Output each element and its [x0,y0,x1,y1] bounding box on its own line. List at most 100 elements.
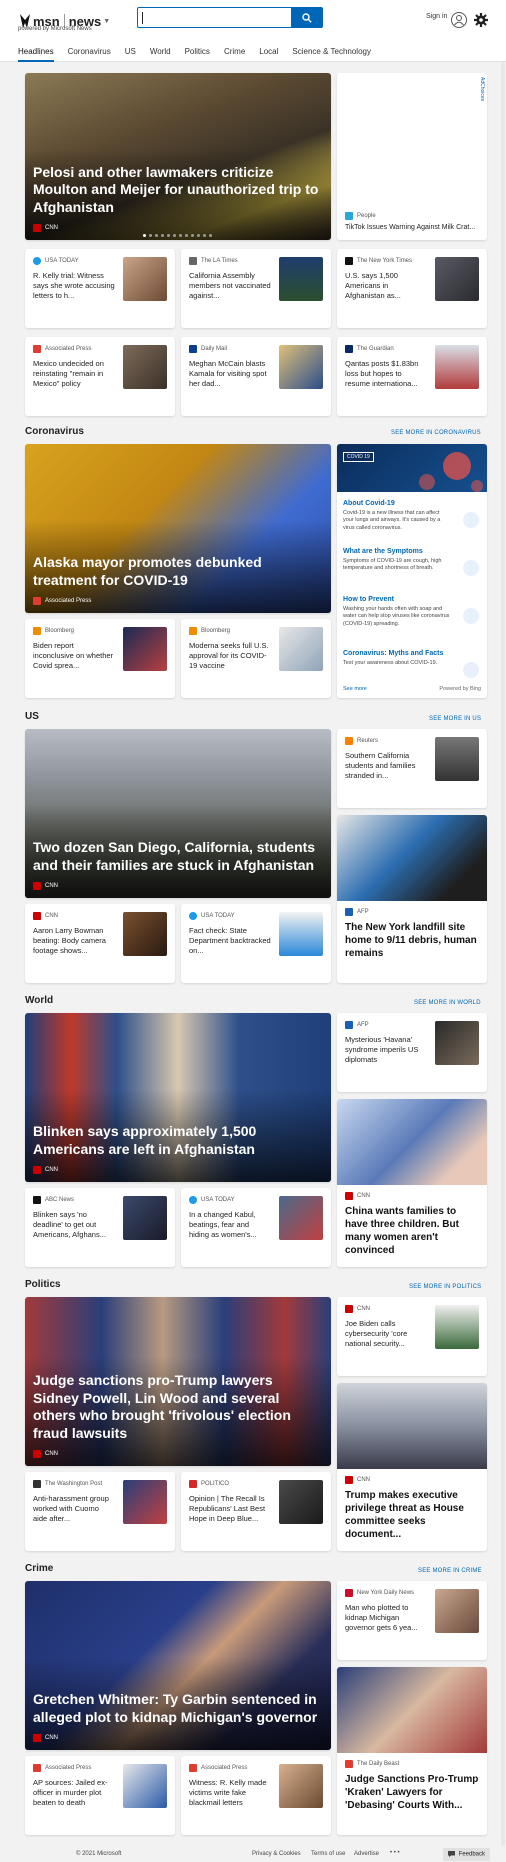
carousel-dot[interactable] [203,234,206,237]
card-title[interactable]: Man who plotted to kidnap Michigan gover… [345,1603,427,1633]
carousel-dot[interactable] [173,234,176,237]
hero-title[interactable]: Alaska mayor promotes debunked treatment… [33,554,321,589]
carousel-dot[interactable] [209,234,212,237]
news-card[interactable]: Bloomberg Moderna seeks full U.S. approva… [181,619,331,698]
news-card[interactable]: The LA Times California Assembly members … [181,249,331,328]
card-title[interactable]: R. Kelly trial: Witness says she wrote a… [33,271,115,301]
card-title[interactable]: Witness: R. Kelly made victims write fak… [189,1778,271,1808]
terms-link[interactable]: Terms of use [311,1851,345,1857]
section-title-crime[interactable]: Crime [25,1563,53,1574]
side-title[interactable]: TikTok Issues Warning Against Milk Crat.… [345,224,481,231]
news-card[interactable]: The Guardian Qantas posts $1.83bn loss bu… [337,337,487,416]
advertise-link[interactable]: Advertise [354,1851,379,1857]
card-title[interactable]: Meghan McCain blasts Kamala for visiting… [189,359,271,389]
feedback-button[interactable]: Feedback [442,1848,490,1861]
nav-politics[interactable]: Politics [185,47,210,62]
carousel-dot[interactable] [149,234,152,237]
see-more-us[interactable]: SEE MORE IN US [429,716,481,722]
gear-icon[interactable] [473,12,489,28]
news-card[interactable]: POLITICO Opinion | The Recall Is Republic… [181,1472,331,1551]
nav-science-technology[interactable]: Science & Technology [292,47,371,62]
ad-card[interactable]: AdChoices People TikTok Issues Warning A… [337,73,487,240]
nav-coronavirus[interactable]: Coronavirus [68,47,111,62]
news-card[interactable]: CNN Aaron Larry Bowman beating: Body came… [25,904,175,983]
news-card[interactable]: AFP Mysterious 'Havana' syndrome imperils… [337,1013,487,1092]
card-title[interactable]: U.S. says 1,500 Americans in Afghanistan… [345,271,427,301]
hero-title[interactable]: Judge sanctions pro-Trump lawyers Sidney… [33,1372,321,1442]
card-title[interactable]: Biden report inconclusive on whether Cov… [33,641,115,671]
news-card[interactable]: Associated Press Witness: R. Kelly made v… [181,1756,331,1835]
news-card[interactable]: New York Daily News Man who plotted to ki… [337,1581,487,1660]
nav-world[interactable]: World [150,47,171,62]
covid-item-heading[interactable]: About Covid-19 [343,500,481,507]
covid-item-prevent[interactable]: How to Prevent Washing your hands often w… [343,596,481,638]
covid-item-heading[interactable]: What are the Symptoms [343,548,481,555]
covid-item-symptoms[interactable]: What are the Symptoms Symptoms of COVID-1… [343,548,481,590]
us-side-card[interactable]: AFP The New York landfill site home to 9/… [337,815,487,983]
section-title-world[interactable]: World [25,995,53,1006]
news-card[interactable]: USA TODAY R. Kelly trial: Witness says sh… [25,249,175,328]
news-card[interactable]: The Washington Post Anti-harassment group… [25,1472,175,1551]
section-title-us[interactable]: US [25,711,39,722]
covid-see-more-link[interactable]: See more [343,686,367,692]
news-card[interactable]: CNN Joe Biden calls cybersecurity 'core n… [337,1297,487,1376]
hero-title[interactable]: Blinken says approximately 1,500 America… [33,1123,321,1158]
card-title[interactable]: Joe Biden calls cybersecurity 'core nati… [345,1319,427,1349]
ad-choices-label[interactable]: AdChoices [479,77,485,101]
covid-item-heading[interactable]: Coronavirus: Myths and Facts [343,650,481,657]
card-title[interactable]: Aaron Larry Bowman beating: Body camera … [33,926,115,956]
hero-title[interactable]: Pelosi and other lawmakers criticize Mou… [33,164,321,217]
politics-hero-card[interactable]: Judge sanctions pro-Trump lawyers Sidney… [25,1297,331,1466]
card-title[interactable]: Anti-harassment group worked with Cuomo … [33,1494,115,1524]
page-scrollbar[interactable] [501,0,505,1862]
see-more-crime[interactable]: SEE MORE IN CRIME [418,1568,482,1574]
search-input[interactable] [137,7,292,28]
card-title[interactable]: Mexico undecided on reinstating "remain … [33,359,115,389]
card-title[interactable]: Moderna seeks full U.S. approval for its… [189,641,271,671]
news-card[interactable]: Associated Press Mexico undecided on rein… [25,337,175,416]
carousel-dot[interactable] [143,234,146,237]
chevron-down-icon[interactable]: ▼ [103,18,110,25]
carousel-dot[interactable] [179,234,182,237]
card-title[interactable]: China wants families to have three child… [345,1205,479,1257]
nav-local[interactable]: Local [259,47,278,62]
crime-hero-card[interactable]: Gretchen Whitmer: Ty Garbin sentenced in… [25,1581,331,1750]
section-title-politics[interactable]: Politics [25,1279,61,1290]
carousel-dot[interactable] [161,234,164,237]
more-options-icon[interactable]: • • • [390,1850,400,1856]
covid-item-about[interactable]: About Covid-19 Covid-19 is a new illness … [343,500,481,542]
carousel-dot[interactable] [191,234,194,237]
search-button[interactable] [291,7,323,28]
news-card[interactable]: The New York Times U.S. says 1,500 Americ… [337,249,487,328]
world-hero-card[interactable]: Blinken says approximately 1,500 America… [25,1013,331,1182]
card-title[interactable]: Fact check: State Department backtracked… [189,926,271,956]
nav-us[interactable]: US [125,47,136,62]
card-title[interactable]: AP sources: Jailed ex-officer in murder … [33,1778,115,1808]
carousel-dot[interactable] [155,234,158,237]
news-card[interactable]: USA TODAY Fact check: State Department ba… [181,904,331,983]
hero-title[interactable]: Two dozen San Diego, California, student… [33,839,321,874]
carousel-dot[interactable] [167,234,170,237]
section-title-coronavirus[interactable]: Coronavirus [25,426,84,437]
news-card[interactable]: Reuters Southern California students and … [337,729,487,808]
card-title[interactable]: The New York landfill site home to 9/11 … [345,921,479,960]
news-card[interactable]: USA TODAY In a changed Kabul, beatings, f… [181,1188,331,1267]
card-title[interactable]: Mysterious 'Havana' syndrome imperils US… [345,1035,427,1065]
card-title[interactable]: Opinion | The Recall Is Republicans' Las… [189,1494,271,1524]
card-title[interactable]: California Assembly members not vaccinat… [189,271,271,301]
coronavirus-hero-card[interactable]: Alaska mayor promotes debunked treatment… [25,444,331,613]
carousel-dot[interactable] [185,234,188,237]
card-title[interactable]: Judge Sanctions Pro-Trump 'Kraken' Lawye… [345,1773,479,1812]
see-more-politics[interactable]: SEE MORE IN POLITICS [409,1284,481,1290]
covid-item-heading[interactable]: How to Prevent [343,596,481,603]
card-title[interactable]: Blinken says 'no deadline' to get out Am… [33,1210,115,1240]
politics-side-card[interactable]: CNN Trump makes executive privilege threa… [337,1383,487,1551]
carousel-dot[interactable] [197,234,200,237]
world-side-card[interactable]: CNN China wants families to have three ch… [337,1099,487,1267]
us-hero-card[interactable]: Two dozen San Diego, California, student… [25,729,331,898]
see-more-world[interactable]: SEE MORE IN WORLD [414,1000,481,1006]
card-title[interactable]: Qantas posts $1.83bn loss but hopes to r… [345,359,427,389]
nav-crime[interactable]: Crime [224,47,245,62]
card-title[interactable]: Trump makes executive privilege threat a… [345,1489,479,1541]
card-title[interactable]: In a changed Kabul, beatings, fear and h… [189,1210,271,1240]
